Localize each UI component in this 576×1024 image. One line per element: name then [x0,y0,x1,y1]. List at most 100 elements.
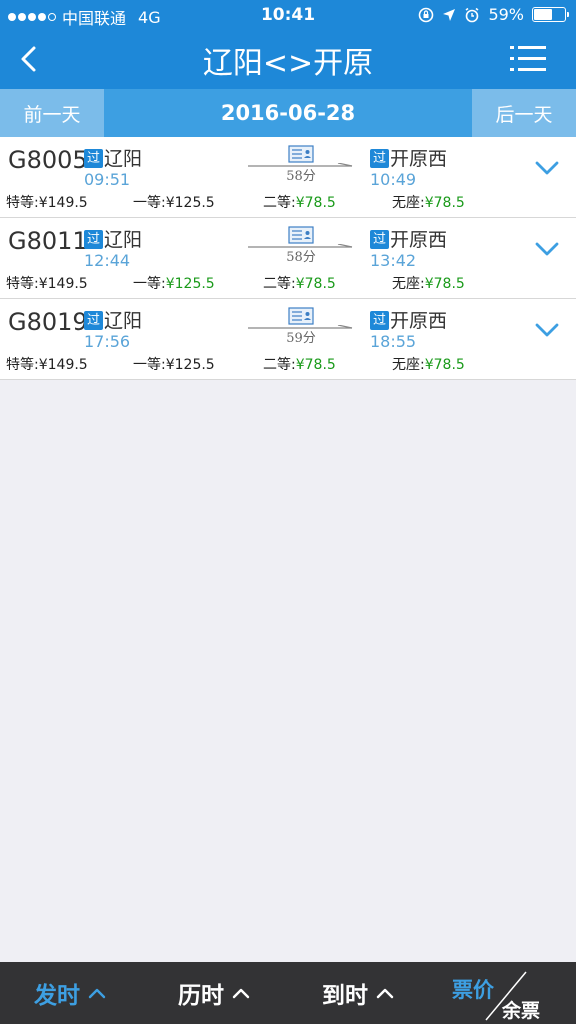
train-number: G8019 [8,308,88,336]
price-standing: 无座:¥78.5 [392,273,465,293]
train-number: G8011 [8,227,88,255]
train-row[interactable]: G8019 过辽阳 17:56 59分 过开原西 18:55 特等:¥149.5… [0,299,576,380]
departure-station: 过辽阳 [84,225,142,252]
arrival-time: 10:49 [370,170,417,189]
next-day-button[interactable]: 后一天 [472,89,576,137]
status-bar: 中国联通 4G 10:41 59% [0,0,576,30]
arrival-time: 18:55 [370,332,417,351]
seat-class-label: 无座: [392,195,425,211]
previous-day-button[interactable]: 前一天 [0,89,104,137]
seat-class-label: 一等: [133,195,166,211]
battery-icon [532,7,569,22]
seat-class-label: 一等: [133,276,166,292]
price-second-class: 二等:¥78.5 [263,354,336,374]
seat-prices: 特等:¥149.5 一等:¥125.5 二等:¥78.5 无座:¥78.5 [6,354,476,374]
duration-block: 58分 [248,224,358,265]
price-business: 特等:¥149.5 [6,354,88,374]
train-row[interactable]: G8005 过辽阳 09:51 58分 过开原西 10:49 特等:¥149.5… [0,137,576,218]
seat-class-label: 无座: [392,357,425,373]
pass-through-badge: 过 [370,230,389,249]
seat-class-label: 特等: [6,276,39,292]
price-first-class: 一等:¥125.5 [133,273,215,293]
selected-date[interactable]: 2016-06-28 [104,89,472,137]
sort-by-departure-button[interactable]: 发时 [34,976,106,1010]
trip-duration: 58分 [286,250,316,265]
price-first-class: 一等:¥125.5 [133,354,215,374]
price-second-class: 二等:¥78.5 [263,192,336,212]
seat-class-label: 二等: [263,195,296,211]
seat-price: ¥78.5 [295,195,336,211]
pass-through-badge: 过 [84,311,103,330]
sort-bar: 发时 历时 到时 票价 余票 [0,962,576,1024]
date-bar: 前一天 2016-06-28 后一天 [0,89,576,137]
seat-price: ¥125.5 [165,357,215,373]
rotation-lock-icon [419,7,434,22]
expand-chevron-icon[interactable] [534,159,560,177]
arrival-station: 过开原西 [370,306,447,333]
sort-remaining-label: 余票 [502,1000,541,1022]
navigation-bar: 辽阳<>开原 [0,30,576,89]
arrival-station-name: 开原西 [390,229,448,251]
trip-duration: 59分 [286,331,316,346]
ticket-icon [288,145,314,163]
arrival-station-name: 开原西 [390,310,448,332]
seat-price: ¥78.5 [424,357,465,373]
expand-chevron-icon[interactable] [534,321,560,339]
arrival-station: 过开原西 [370,225,447,252]
price-second-class: 二等:¥78.5 [263,273,336,293]
pass-through-badge: 过 [370,311,389,330]
list-menu-icon[interactable] [510,45,546,73]
price-first-class: 一等:¥125.5 [133,192,215,212]
train-list: G8005 过辽阳 09:51 58分 过开原西 10:49 特等:¥149.5… [0,137,576,380]
sort-label: 到时 [322,983,368,1009]
seat-class-label: 特等: [6,357,39,373]
pass-through-badge: 过 [84,230,103,249]
seat-price: ¥78.5 [295,357,336,373]
seat-class-label: 一等: [133,357,166,373]
seat-price: ¥125.5 [165,276,215,292]
seat-class-label: 二等: [263,276,296,292]
departure-station: 过辽阳 [84,306,142,333]
battery-percent: 59% [488,5,524,24]
seat-price: ¥149.5 [38,357,88,373]
seat-price: ¥149.5 [38,276,88,292]
seat-price: ¥149.5 [38,195,88,211]
seat-class-label: 二等: [263,357,296,373]
expand-chevron-icon[interactable] [534,240,560,258]
page-title: 辽阳<>开原 [202,46,374,81]
seat-class-label: 无座: [392,276,425,292]
sort-label: 历时 [178,983,224,1009]
chevron-up-icon [232,988,250,999]
sort-by-duration-button[interactable]: 历时 [178,976,250,1010]
price-business: 特等:¥149.5 [6,192,88,212]
seat-class-label: 特等: [6,195,39,211]
location-arrow-icon [443,8,456,21]
ticket-icon [288,226,314,244]
duration-block: 59分 [248,305,358,346]
seat-price: ¥78.5 [424,195,465,211]
pass-through-badge: 过 [84,149,103,168]
train-row[interactable]: G8011 过辽阳 12:44 58分 过开原西 13:42 特等:¥149.5… [0,218,576,299]
alarm-icon [465,7,479,22]
arrival-time: 13:42 [370,251,417,270]
seat-price: ¥78.5 [424,276,465,292]
chevron-up-icon [88,988,106,999]
seat-price: ¥78.5 [295,276,336,292]
seat-price: ¥125.5 [165,195,215,211]
arrival-station: 过开原西 [370,144,447,171]
chevron-up-icon [376,988,394,999]
train-number: G8005 [8,146,88,174]
departure-time: 09:51 [84,170,131,189]
trip-duration: 58分 [286,169,316,184]
pass-through-badge: 过 [370,149,389,168]
departure-station-name: 辽阳 [104,148,143,170]
departure-station-name: 辽阳 [104,229,143,251]
sort-by-arrival-button[interactable]: 到时 [322,976,394,1010]
departure-time: 12:44 [84,251,131,270]
departure-station-name: 辽阳 [104,310,143,332]
sort-price-remaining-button[interactable]: 票价 余票 [452,962,576,1024]
departure-station: 过辽阳 [84,144,142,171]
price-standing: 无座:¥78.5 [392,192,465,212]
departure-time: 17:56 [84,332,131,351]
sort-label: 发时 [34,983,80,1009]
